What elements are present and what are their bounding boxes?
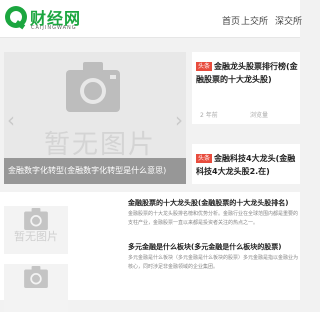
article-time: 2 年前 bbox=[200, 112, 218, 119]
logo-badge-icon bbox=[5, 6, 27, 30]
list-item-description: 多元金融是什么板块（多元金融是什么板块的股票）多元金融是指以金融业为核心，同时涉… bbox=[128, 255, 299, 270]
side-article-title[interactable]: 头条 金融龙头股票排行榜(金融股票的十大龙头股) bbox=[196, 60, 300, 86]
next-arrow-icon[interactable]: › bbox=[175, 108, 183, 132]
article-thumbnail[interactable] bbox=[4, 264, 68, 312]
list-item-description: 金融股票的十大龙头股排名榜和优势分析。金融行业在全球范围内都是重要的支柱产业，金… bbox=[128, 211, 299, 226]
camera-icon bbox=[24, 208, 48, 230]
side-article-title[interactable]: 头条 金融科技4大龙头(金融科技4大龙头股2.在) bbox=[196, 152, 300, 178]
side-article-2[interactable]: 头条 金融科技4大龙头(金融科技4大龙头股2.在) bbox=[192, 144, 300, 184]
article-views: 浏览量 bbox=[250, 112, 269, 119]
no-image-text: 暂无图片 bbox=[14, 230, 58, 243]
nav-item-szse[interactable]: 深交所 bbox=[275, 14, 302, 27]
prev-arrow-icon[interactable]: ‹ bbox=[7, 108, 15, 132]
article-thumbnail[interactable]: 暂无图片 bbox=[4, 206, 68, 254]
featured-slider[interactable]: 暂无图片 ‹ › 金融数字化转型(金融数字化转型是什么意思) bbox=[4, 52, 186, 184]
slider-caption[interactable]: 金融数字化转型(金融数字化转型是什么意思) bbox=[4, 158, 186, 184]
headline-badge: 头条 bbox=[196, 154, 213, 163]
nav-item-home[interactable]: 首页 bbox=[222, 14, 240, 27]
camera-icon bbox=[24, 266, 48, 288]
site-header: 财经网 CAIJINGWANG 首页 上交所 深交所 bbox=[0, 0, 302, 38]
no-image-text: 暂无图片 bbox=[44, 130, 157, 160]
list-item-title[interactable]: 金融股票的十大龙头股(金融股票的十大龙头股排名) bbox=[128, 198, 288, 208]
site-logo[interactable]: 财经网 CAIJINGWANG bbox=[4, 4, 84, 34]
headline-badge: 头条 bbox=[196, 62, 213, 71]
side-article-1[interactable]: 头条 金融龙头股票排行榜(金融股票的十大龙头股) 2 年前 浏览量 bbox=[192, 52, 300, 124]
camera-icon bbox=[66, 62, 120, 112]
nav-item-sse[interactable]: 上交所 bbox=[241, 14, 268, 27]
article-list: 暂无图片 金融股票的十大龙头股(金融股票的十大龙头股排名) 金融股票的十大龙头股… bbox=[0, 192, 300, 312]
logo-subtitle: CAIJINGWANG bbox=[31, 25, 77, 31]
list-item-title[interactable]: 多元金融是什么板块(多元金融是什么板块的股票) bbox=[128, 242, 281, 252]
